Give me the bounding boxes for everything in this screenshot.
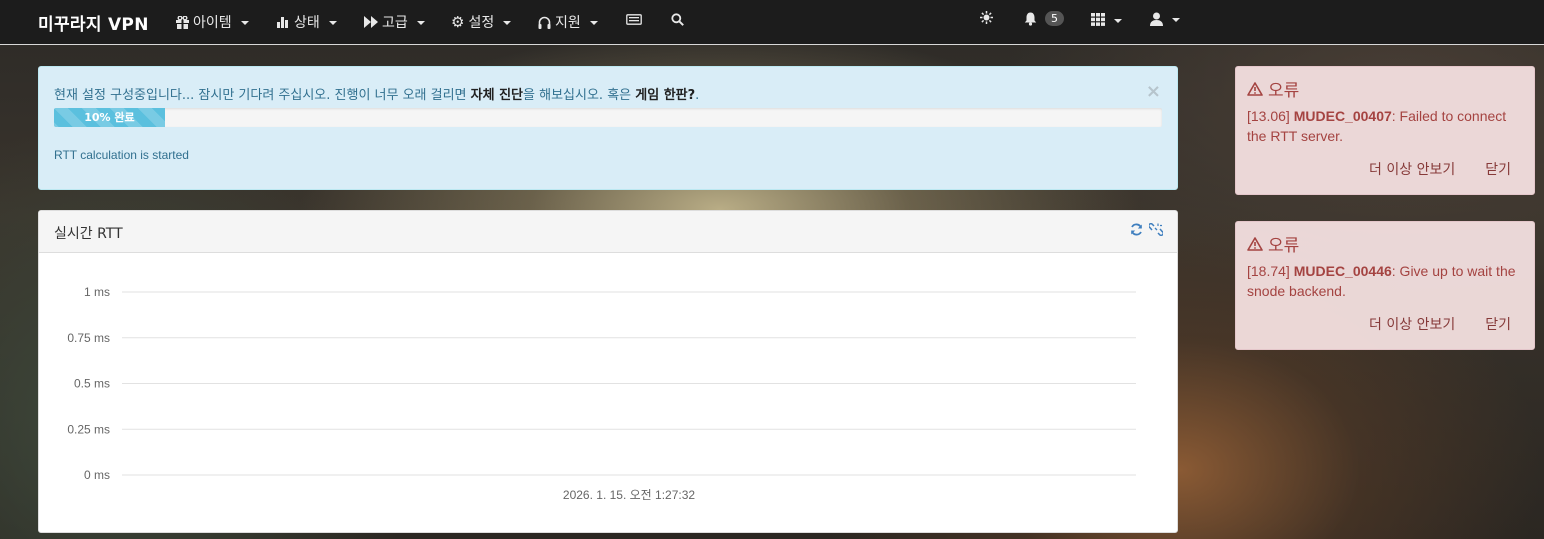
search-icon	[671, 13, 684, 26]
error-code: MUDEC_00407	[1293, 108, 1392, 124]
x-tick-label: 2026. 1. 15. 오전 1:27:32	[563, 488, 695, 502]
nav-menu-status[interactable]: 상태	[277, 12, 337, 32]
sun-icon	[980, 11, 993, 24]
play-game-link[interactable]: 게임 한판?	[635, 88, 695, 103]
nav-menu-support-label: 지원	[555, 15, 581, 31]
message-text: 을 해보십시오. 혹은	[523, 88, 636, 103]
close-button[interactable]: 닫기	[1485, 159, 1511, 179]
keyboard-button[interactable]	[626, 14, 642, 25]
error-code: MUDEC_00446	[1293, 263, 1392, 279]
setup-progress-bar: 10% 완료	[54, 108, 1162, 127]
setup-progress-alert: 현재 설정 구성중입니다... 잠시만 기다려 주십시오. 진행이 너무 오래 …	[38, 66, 1178, 190]
gift-icon	[176, 15, 189, 29]
chevron-down-icon	[503, 21, 512, 25]
error-actions: 더 이상 안보기 닫기	[1369, 159, 1511, 179]
setup-status-text: RTT calculation is started	[54, 148, 189, 162]
message-text: .	[695, 88, 700, 103]
nav-menu-status-label: 상태	[294, 15, 320, 31]
chevron-down-icon	[1172, 18, 1180, 22]
rtt-panel-title: 실시간 RTT	[54, 226, 123, 242]
search-button[interactable]	[671, 13, 684, 26]
nav-menu-advanced-label: 고급	[382, 15, 408, 31]
error-actions: 더 이상 안보기 닫기	[1369, 314, 1511, 334]
chevron-down-icon	[416, 21, 425, 25]
theme-button[interactable]	[980, 11, 993, 24]
notification-count-badge: 5	[1045, 11, 1064, 26]
bar-chart-icon	[277, 16, 290, 28]
nav-menu-items[interactable]: 아이템	[176, 12, 249, 32]
gear-icon: ⚙	[451, 12, 465, 31]
chevron-down-icon	[589, 21, 598, 25]
nav-menu-support[interactable]: 지원	[538, 12, 598, 32]
grid-icon	[1091, 13, 1105, 26]
rtt-line-chart: 1 ms 0.75 ms 0.5 ms 0.25 ms 0 ms 2026. 1. 15.…	[67, 285, 1136, 502]
headphones-icon	[538, 16, 551, 29]
message-text: 현재 설정 구성중입니다... 잠시만 기다려 주십시오. 진행이 너무 오래 …	[54, 88, 471, 103]
setup-progress-message: 현재 설정 구성중입니다... 잠시만 기다려 주십시오. 진행이 너무 오래 …	[54, 84, 699, 103]
user-menu-button[interactable]	[1150, 12, 1180, 26]
error-time: [18.74]	[1247, 263, 1290, 279]
rtt-panel-tools	[1130, 223, 1163, 236]
forward-icon	[364, 16, 378, 28]
brand-logo[interactable]: 미꾸라지 VPN	[38, 10, 149, 35]
rtt-panel-header: 실시간 RTT	[39, 211, 1177, 253]
keyboard-icon	[626, 14, 642, 25]
error-notification: 오류 [13.06] MUDEC_00407: Failed to connec…	[1235, 66, 1535, 195]
error-title-text: 오류	[1268, 236, 1300, 256]
apps-menu-button[interactable]	[1091, 13, 1122, 26]
unlink-icon[interactable]	[1149, 223, 1163, 236]
notifications-button[interactable]: 5	[1024, 11, 1064, 26]
nav-menu-settings[interactable]: ⚙ 설정	[451, 12, 512, 32]
y-tick-label: 1 ms	[84, 285, 110, 299]
refresh-icon[interactable]	[1130, 223, 1143, 236]
error-title: 오류	[1247, 231, 1299, 256]
warning-icon	[1247, 236, 1263, 251]
nav-menu-settings-label: 설정	[468, 15, 495, 31]
dont-show-again-button[interactable]: 더 이상 안보기	[1369, 314, 1455, 334]
error-time: [13.06]	[1247, 108, 1290, 124]
chevron-down-icon	[328, 21, 337, 25]
chevron-down-icon	[240, 21, 249, 25]
y-tick-label: 0.25 ms	[67, 422, 110, 436]
close-button[interactable]: 닫기	[1485, 314, 1511, 334]
y-tick-label: 0 ms	[84, 468, 110, 482]
error-message: [18.74] MUDEC_00446: Give up to wait the…	[1247, 261, 1527, 301]
error-title-text: 오류	[1268, 81, 1300, 101]
chevron-down-icon	[1114, 18, 1122, 23]
y-tick-label: 0.5 ms	[74, 377, 110, 391]
nav-menu-advanced[interactable]: 고급	[364, 12, 425, 32]
realtime-rtt-panel: 실시간 RTT 1 ms 0.75 ms 0.5 ms 0.25 ms 0 ms 2026…	[38, 210, 1178, 533]
error-message: [13.06] MUDEC_00407: Failed to connect t…	[1247, 106, 1527, 146]
bell-icon	[1024, 12, 1037, 26]
self-diagnosis-link[interactable]: 자체 진단	[471, 88, 523, 103]
progress-bar-fill: 10% 완료	[54, 108, 165, 127]
dont-show-again-button[interactable]: 더 이상 안보기	[1369, 159, 1455, 179]
error-title: 오류	[1247, 76, 1299, 101]
error-notification: 오류 [18.74] MUDEC_00446: Give up to wait …	[1235, 221, 1535, 350]
y-tick-label: 0.75 ms	[67, 331, 110, 345]
user-icon	[1150, 12, 1163, 26]
top-navbar: 미꾸라지 VPN 아이템 상태 고급 ⚙ 설정 지원 5	[0, 0, 1544, 45]
nav-menu-items-label: 아이템	[193, 15, 232, 31]
close-alert-button[interactable]: ×	[1146, 83, 1161, 101]
warning-icon	[1247, 81, 1263, 96]
